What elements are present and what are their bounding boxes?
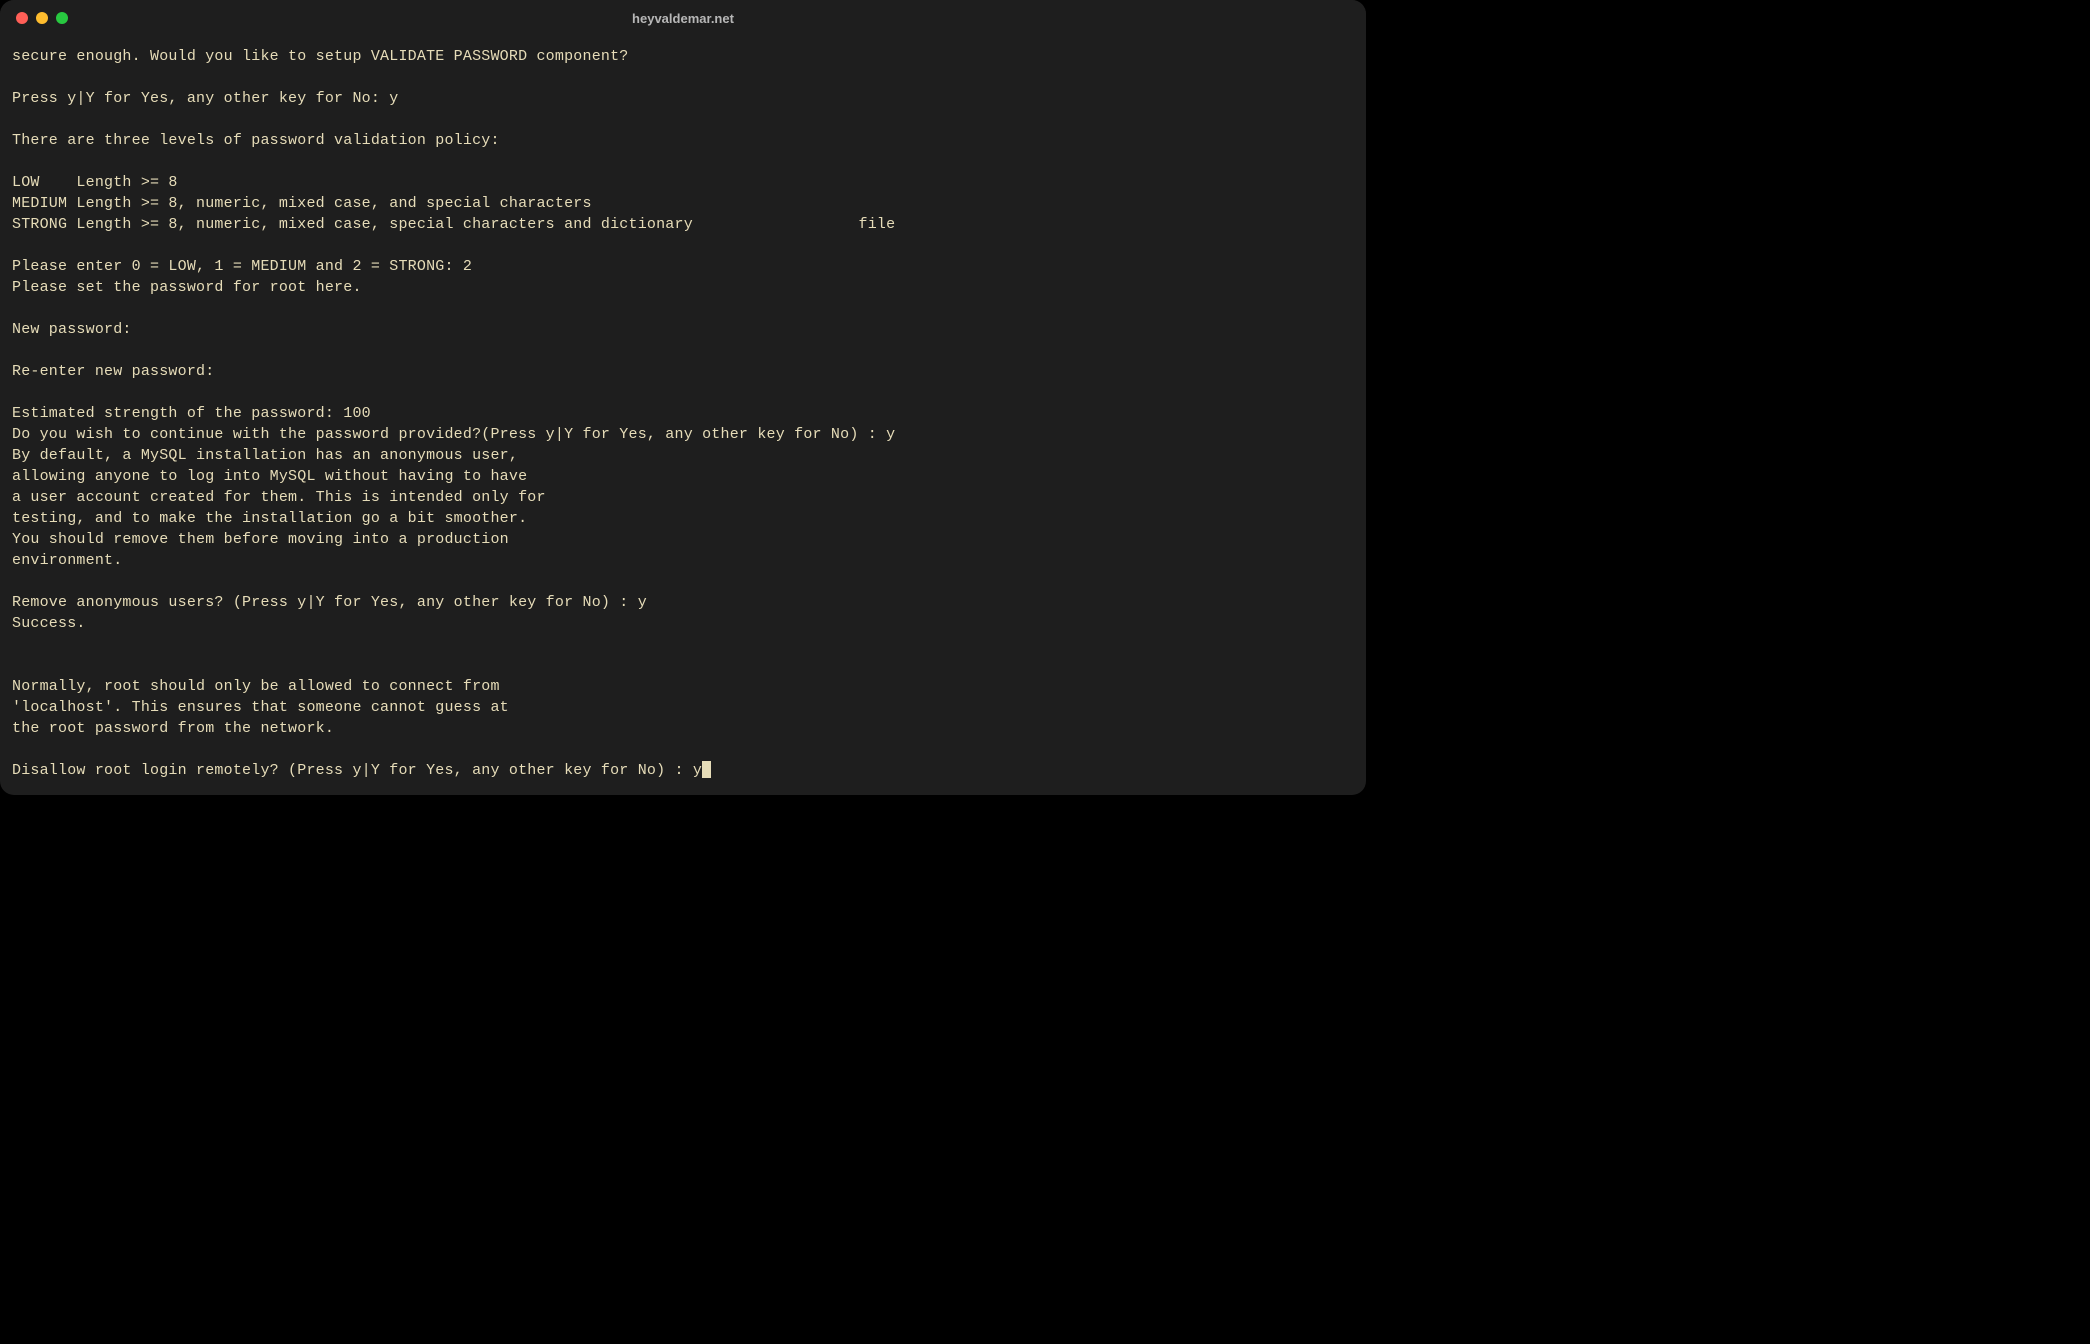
terminal-line: Press y|Y for Yes, any other key for No:…	[12, 90, 398, 107]
terminal-line: 'localhost'. This ensures that someone c…	[12, 699, 509, 716]
titlebar: heyvaldemar.net	[0, 0, 1366, 36]
minimize-icon[interactable]	[36, 12, 48, 24]
terminal-line: Please enter 0 = LOW, 1 = MEDIUM and 2 =…	[12, 258, 472, 275]
terminal-line: LOW Length >= 8	[12, 174, 178, 191]
terminal-line: New password:	[12, 321, 132, 338]
maximize-icon[interactable]	[56, 12, 68, 24]
terminal-line: a user account created for them. This is…	[12, 489, 546, 506]
terminal-line: Re-enter new password:	[12, 363, 214, 380]
terminal-line: allowing anyone to log into MySQL withou…	[12, 468, 527, 485]
terminal-line: Remove anonymous users? (Press y|Y for Y…	[12, 594, 647, 611]
terminal-line: environment.	[12, 552, 122, 569]
terminal-line: By default, a MySQL installation has an …	[12, 447, 518, 464]
terminal-current-line: Disallow root login remotely? (Press y|Y…	[12, 762, 702, 779]
terminal-window: heyvaldemar.net secure enough. Would you…	[0, 0, 1366, 795]
terminal-line: Do you wish to continue with the passwor…	[12, 426, 895, 443]
terminal-line: the root password from the network.	[12, 720, 334, 737]
terminal-line: secure enough. Would you like to setup V…	[12, 48, 629, 65]
terminal-line: MEDIUM Length >= 8, numeric, mixed case,…	[12, 195, 592, 212]
terminal-line: There are three levels of password valid…	[12, 132, 500, 149]
cursor-icon	[702, 761, 711, 778]
terminal-line: Estimated strength of the password: 100	[12, 405, 371, 422]
terminal-line: Normally, root should only be allowed to…	[12, 678, 500, 695]
window-title: heyvaldemar.net	[0, 11, 1366, 26]
terminal-line: Please set the password for root here.	[12, 279, 362, 296]
terminal-line: Success.	[12, 615, 86, 632]
terminal-line: You should remove them before moving int…	[12, 531, 509, 548]
terminal-output[interactable]: secure enough. Would you like to setup V…	[0, 36, 1366, 795]
terminal-line: STRONG Length >= 8, numeric, mixed case,…	[12, 216, 895, 233]
terminal-line: testing, and to make the installation go…	[12, 510, 527, 527]
close-icon[interactable]	[16, 12, 28, 24]
window-controls	[0, 12, 68, 24]
